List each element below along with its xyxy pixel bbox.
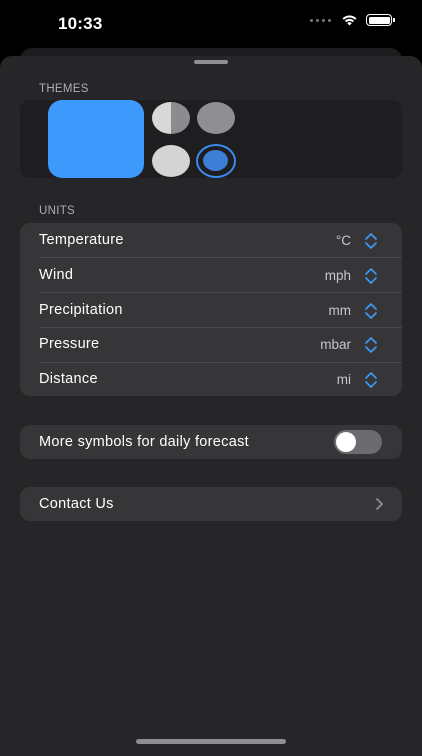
contact-us-row[interactable]: Contact Us bbox=[20, 487, 402, 521]
theme-option-grey[interactable] bbox=[197, 102, 235, 134]
unit-row-wind[interactable]: Wind mph bbox=[20, 258, 402, 292]
unit-row-precipitation[interactable]: Precipitation mm bbox=[20, 293, 402, 327]
themes-header: THEMES bbox=[39, 83, 89, 95]
up-down-chevron-icon[interactable] bbox=[364, 302, 378, 320]
chevron-right-icon bbox=[376, 498, 383, 510]
unit-value: mi bbox=[336, 372, 351, 387]
toggle-label: More symbols for daily forecast bbox=[39, 434, 249, 450]
up-down-chevron-icon[interactable] bbox=[364, 267, 378, 285]
unit-value: °C bbox=[335, 233, 351, 248]
daily-forecast-symbols-toggle[interactable] bbox=[334, 430, 382, 454]
home-indicator[interactable] bbox=[136, 739, 286, 744]
wifi-icon bbox=[342, 15, 357, 26]
unit-row-distance[interactable]: Distance mi bbox=[20, 362, 402, 396]
unit-value: mbar bbox=[320, 337, 351, 352]
up-down-chevron-icon[interactable] bbox=[364, 336, 378, 354]
sheet-grabber[interactable] bbox=[194, 60, 228, 64]
status-time: 10:33 bbox=[58, 14, 103, 33]
theme-option-light[interactable] bbox=[152, 145, 190, 177]
cellular-icon bbox=[310, 18, 331, 22]
status-icons bbox=[310, 14, 395, 26]
themes-card bbox=[20, 100, 402, 178]
contact-us-label: Contact Us bbox=[39, 496, 114, 512]
unit-value: mph bbox=[324, 268, 351, 283]
unit-label: Pressure bbox=[39, 336, 100, 352]
unit-row-pressure[interactable]: Pressure mbar bbox=[20, 327, 402, 361]
units-header: UNITS bbox=[39, 205, 75, 217]
toggle-knob bbox=[336, 432, 356, 452]
theme-option-half[interactable] bbox=[152, 102, 190, 134]
up-down-chevron-icon[interactable] bbox=[364, 232, 378, 250]
unit-label: Precipitation bbox=[39, 302, 123, 318]
unit-label: Wind bbox=[39, 267, 74, 283]
unit-label: Distance bbox=[39, 371, 98, 387]
units-card: Temperature °C Wind mph Precipitation mm… bbox=[20, 223, 402, 396]
unit-value: mm bbox=[328, 303, 352, 318]
status-bar: 10:33 bbox=[0, 0, 422, 50]
unit-label: Temperature bbox=[39, 232, 124, 248]
theme-option-selected[interactable] bbox=[196, 144, 236, 178]
daily-forecast-symbols-row: More symbols for daily forecast bbox=[20, 425, 402, 459]
theme-option-blue[interactable] bbox=[48, 100, 144, 178]
battery-icon bbox=[366, 14, 395, 26]
unit-row-temperature[interactable]: Temperature °C bbox=[20, 223, 402, 257]
up-down-chevron-icon[interactable] bbox=[364, 371, 378, 389]
